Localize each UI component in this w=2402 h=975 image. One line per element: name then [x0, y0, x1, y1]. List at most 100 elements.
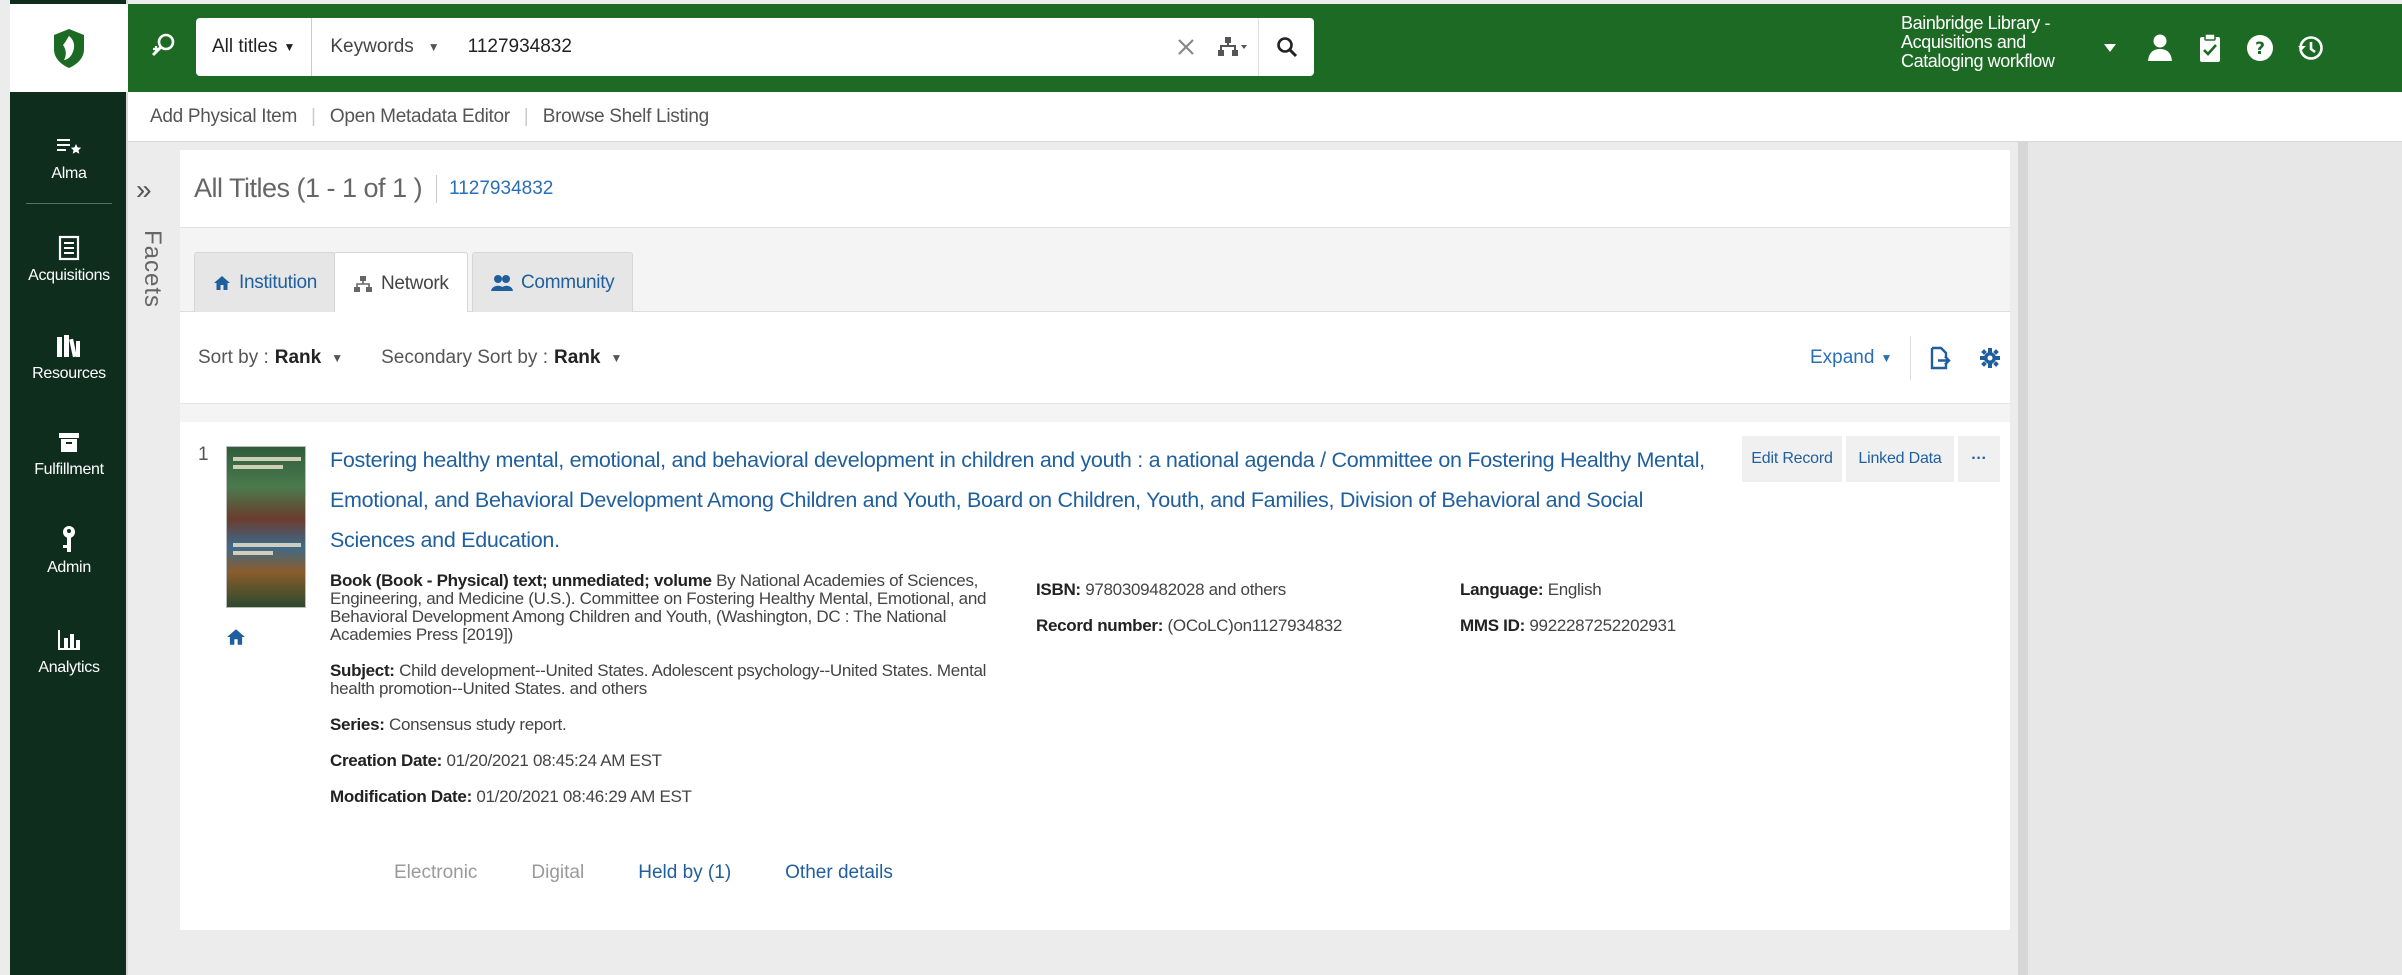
facets-panel-collapsed: » Facets — [128, 142, 178, 975]
tab-label: Network — [381, 272, 449, 294]
record-number-line: Record number: (OCoLC)on1127934832 — [1036, 608, 1406, 644]
mms-id-label: MMS ID: — [1460, 616, 1525, 635]
digital-tab[interactable]: Digital — [531, 862, 584, 884]
subject-label: Subject: — [330, 661, 395, 680]
archive-box-icon — [57, 425, 81, 459]
clear-search-button[interactable] — [1166, 18, 1206, 76]
sidebar-item-label: Alma — [51, 165, 87, 182]
series-value: Consensus study report. — [389, 715, 567, 734]
sort-by-label: Sort by : — [198, 346, 269, 368]
record-title-link[interactable]: Fostering healthy mental, emotional, and… — [330, 440, 1730, 560]
right-side-panel — [2018, 142, 2402, 975]
institution-logo[interactable] — [10, 4, 128, 92]
subject-line: Subject: Child development--United State… — [330, 662, 1000, 698]
workflow-context-label[interactable]: Bainbridge Library - Acquisitions and Ca… — [1901, 14, 2101, 71]
browse-shelf-listing-link[interactable]: Browse Shelf Listing — [543, 106, 709, 128]
creation-date-label: Creation Date: — [330, 751, 442, 770]
search-field-value: Keywords — [330, 36, 414, 57]
sort-toolbar: Sort by : Rank ▼ Secondary Sort by : Ran… — [180, 312, 2010, 404]
pin-search-button[interactable] — [142, 24, 186, 68]
linked-data-button[interactable]: Linked Data — [1846, 436, 1954, 482]
search-scope-dropdown[interactable]: All titles ▼ — [196, 18, 313, 76]
open-metadata-editor-link[interactable]: Open Metadata Editor — [330, 106, 510, 128]
tab-community[interactable]: Community — [472, 252, 634, 313]
language-line: Language: English — [1460, 572, 1780, 608]
mms-id-value: 9922287252202931 — [1529, 616, 1676, 635]
tab-label: Institution — [239, 272, 318, 293]
expand-facets-button[interactable]: » — [136, 174, 152, 206]
search-scope-value: All titles — [212, 36, 278, 57]
user-menu-button[interactable] — [2138, 26, 2182, 70]
results-header: All Titles (1 - 1 of 1 ) 1127934832 — [180, 150, 2010, 228]
held-by-link[interactable]: Held by (1) — [638, 862, 731, 884]
caret-down-icon — [2104, 44, 2116, 52]
sidebar-item-label: Analytics — [38, 659, 100, 676]
sidebar-item-resources[interactable]: Resources — [10, 310, 128, 402]
other-details-link[interactable]: Other details — [785, 862, 893, 884]
series-line: Series: Consensus study report. — [330, 716, 1000, 734]
help-icon: ? — [2247, 35, 2273, 61]
sidebar-divider — [26, 203, 112, 204]
institution-holding-icon[interactable] — [226, 628, 246, 651]
more-actions-button[interactable]: ··· — [1958, 436, 2000, 482]
record-number-value: (OCoLC)on1127934832 — [1167, 616, 1343, 635]
caret-down-icon: ▼ — [331, 350, 344, 365]
star-list-icon — [56, 129, 82, 163]
svg-text:?: ? — [2255, 39, 2265, 59]
advanced-search-button[interactable] — [1206, 18, 1258, 76]
main-sidebar: Alma Acquisitions Resources Fulfillment … — [10, 0, 128, 975]
modification-date-label: Modification Date: — [330, 787, 472, 806]
secondary-sort-dropdown[interactable]: Rank — [554, 347, 600, 369]
sidebar-item-fulfillment[interactable]: Fulfillment — [10, 406, 128, 498]
expand-dropdown[interactable]: Expand ▼ — [1810, 312, 1892, 404]
key-icon — [60, 523, 78, 557]
tab-network[interactable]: Network — [334, 252, 468, 314]
search-icon — [1276, 37, 1297, 58]
help-button[interactable]: ? — [2238, 26, 2282, 70]
sidebar-item-acquisitions[interactable]: Acquisitions — [10, 212, 128, 304]
record-details-identifiers: ISBN: 9780309482028 and others Record nu… — [1036, 572, 1406, 644]
sidebar-item-alma[interactable]: Alma — [10, 110, 128, 202]
mms-id-line: MMS ID: 9922287252202931 — [1460, 608, 1780, 644]
settings-button[interactable] — [1974, 342, 2006, 374]
divider — [436, 174, 438, 203]
tab-institution[interactable]: Institution — [194, 252, 337, 313]
sidebar-item-analytics[interactable]: Analytics — [10, 604, 128, 696]
subject-value: Child development--United States. Adoles… — [330, 661, 987, 698]
book-cover-thumbnail[interactable] — [226, 446, 306, 608]
sidebar-item-label: Fulfillment — [34, 461, 104, 478]
caret-down-icon: ▼ — [283, 40, 296, 54]
sidebar-item-admin[interactable]: Admin — [10, 504, 128, 596]
sidebar-item-label: Admin — [47, 559, 91, 576]
hierarchy-icon — [1218, 37, 1247, 56]
creation-date-value: 01/20/2021 08:45:24 AM EST — [446, 751, 662, 770]
sort-by-dropdown[interactable]: Rank — [275, 347, 321, 369]
export-icon — [1930, 346, 1951, 370]
add-physical-item-link[interactable]: Add Physical Item — [150, 106, 297, 128]
ledger-icon — [58, 231, 80, 265]
language-value: English — [1547, 580, 1602, 599]
facets-label[interactable]: Facets — [138, 230, 166, 308]
record-details-primary: Book (Book - Physical) text; unmediated;… — [330, 572, 1000, 824]
tasks-button[interactable] — [2188, 26, 2232, 70]
divider — [1910, 336, 1911, 380]
electronic-tab[interactable]: Electronic — [394, 862, 477, 884]
history-button[interactable] — [2288, 26, 2332, 70]
result-number: 1 — [198, 444, 209, 465]
search-input[interactable] — [457, 18, 1166, 76]
record-number-label: Record number: — [1036, 616, 1164, 635]
caret-down-icon: ▼ — [427, 40, 440, 54]
bar-chart-icon — [56, 623, 82, 657]
edit-record-button[interactable]: Edit Record — [1742, 436, 1842, 482]
search-submit-button[interactable] — [1258, 18, 1314, 76]
isbn-value: 9780309482028 and others — [1085, 580, 1286, 599]
secondary-sort-label: Secondary Sort by : — [381, 346, 548, 368]
search-query-link[interactable]: 1127934832 — [449, 178, 553, 200]
network-icon — [353, 275, 373, 293]
context-dropdown-button[interactable] — [2088, 26, 2132, 70]
home-icon — [213, 275, 231, 291]
persistent-search-icon — [151, 33, 175, 57]
search-field-dropdown[interactable]: Keywords ▼ — [312, 18, 457, 76]
export-button[interactable] — [1924, 342, 1956, 374]
divider: | — [310, 105, 316, 127]
